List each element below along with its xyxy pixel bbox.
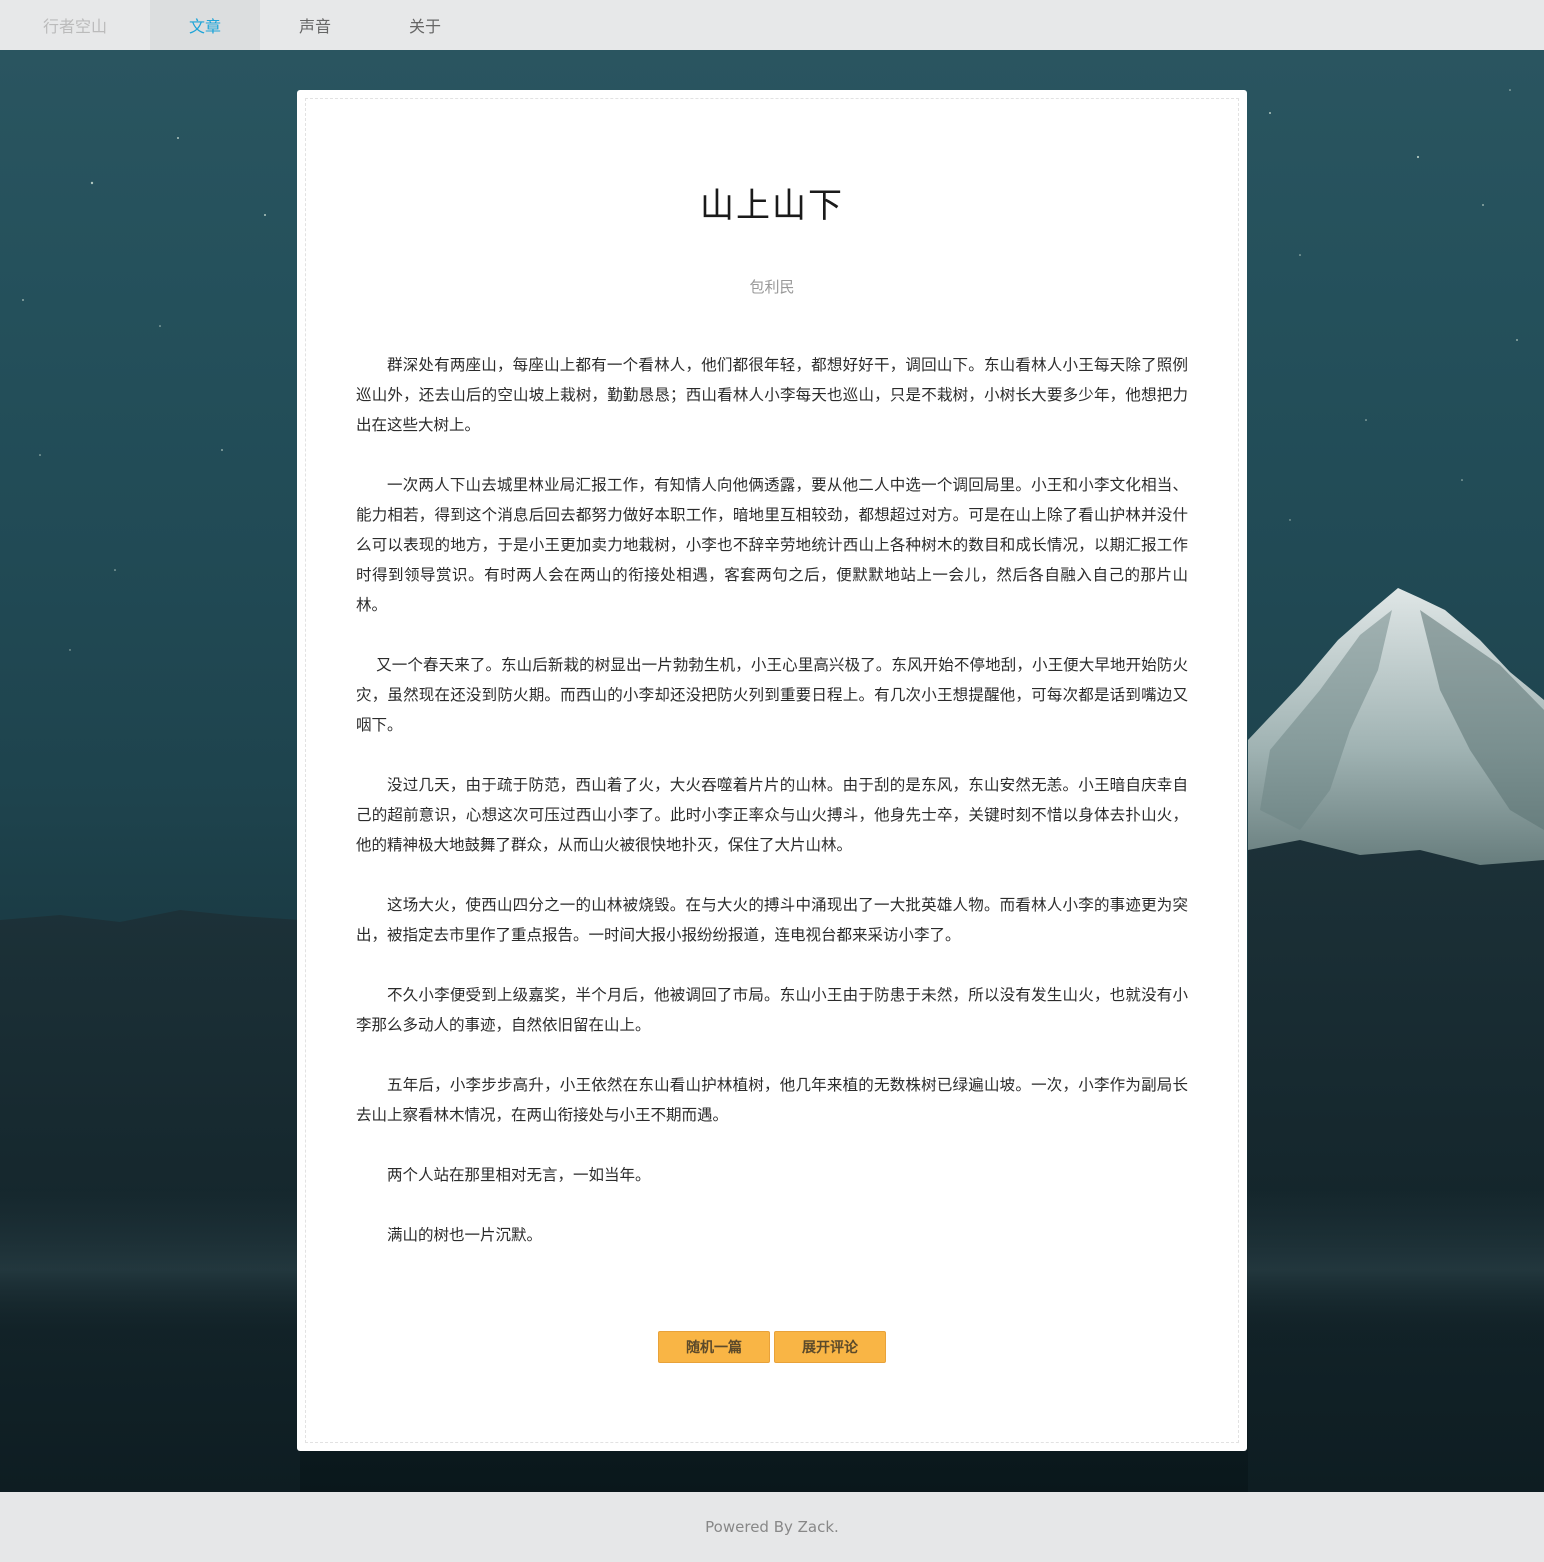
- article-author: 包利民: [749, 278, 795, 296]
- article-title: 山上山下: [700, 186, 844, 226]
- article-paragraph: 两个人站在那里相对无言，一如当年。: [387, 1166, 651, 1184]
- article-actions: 随机一篇 展开评论: [297, 1331, 1247, 1363]
- article-paragraph: 满山的树也一片沉默。: [387, 1226, 543, 1244]
- right-ridge: [1248, 840, 1544, 1492]
- article-paragraph: 群深处有两座山，每座山上都有一个看林人，他们都很年轻，都想好好干，调回山下。东山…: [356, 356, 1188, 434]
- article-card: 山上山下 包利民 群深处有两座山，每座山上都有一个看林人，他们都很年轻，都想好好…: [297, 90, 1247, 1451]
- nav-tab-about[interactable]: 关于: [370, 0, 480, 50]
- footer-credit: Powered By Zack.: [705, 1518, 839, 1536]
- article-paragraph: 一次两人下山去城里林业局汇报工作，有知情人向他俩透露，要从他二人中选一个调回局里…: [356, 476, 1188, 614]
- footer: Powered By Zack.: [0, 1492, 1544, 1562]
- site-brand-link[interactable]: 行者空山: [0, 0, 150, 50]
- nav-tab-audio[interactable]: 声音: [260, 0, 370, 50]
- nav-tab-articles[interactable]: 文章: [150, 0, 260, 50]
- article-body: 群深处有两座山，每座山上都有一个看林人，他们都很年轻，都想好好干，调回山下。东山…: [356, 350, 1188, 1280]
- article-paragraph: 五年后，小李步步高升，小王依然在东山看山护林植树，他几年来植的无数株树已绿遍山坡…: [356, 1076, 1188, 1124]
- article-paragraph: 没过几天，由于疏于防范，西山着了火，大火吞噬着片片的山林。由于刮的是东风，东山安…: [356, 776, 1188, 854]
- random-article-button[interactable]: 随机一篇: [658, 1331, 770, 1363]
- expand-comments-button[interactable]: 展开评论: [774, 1331, 886, 1363]
- article-paragraph: 又一个春天来了。东山后新栽的树显出一片勃勃生机，小王心里高兴极了。东风开始不停地…: [356, 656, 1188, 734]
- article-paragraph: 不久小李便受到上级嘉奖，半个月后，他被调回了市局。东山小王由于防患于未然，所以没…: [356, 986, 1188, 1034]
- article-paragraph: 这场大火，使西山四分之一的山林被烧毁。在与大火的搏斗中涌现出了一大批英雄人物。而…: [356, 896, 1188, 944]
- top-nav: 行者空山 文章 声音 关于: [0, 0, 1544, 50]
